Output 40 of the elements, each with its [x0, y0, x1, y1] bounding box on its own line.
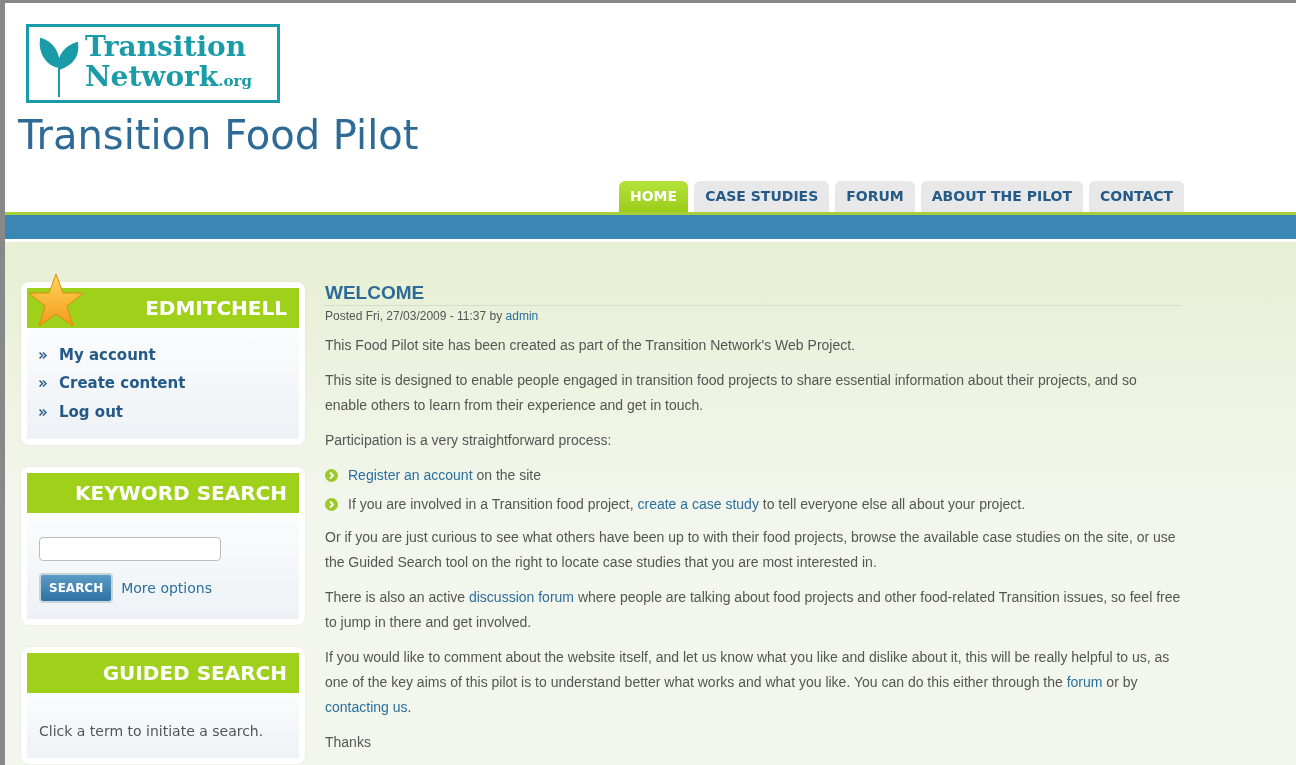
menu-link[interactable]: My account [59, 344, 156, 367]
paragraph: Or if you are just curious to see what others have been up to with their food projects, browse the available case studies on the site, or use the Guided Search tool on the right to locate case studies that you are most interested in. [325, 528, 1177, 572]
text-link[interactable]: contacting us [325, 699, 408, 715]
nav-tab[interactable]: ABOUT THE PILOT [920, 180, 1084, 212]
text-link[interactable]: Register an account [348, 467, 473, 483]
post-meta: Posted Fri, 27/03/2009 - 11:37 by [325, 309, 503, 323]
more-options-link[interactable]: More options [121, 578, 212, 599]
nav-tab[interactable]: CASE STUDIES [694, 180, 830, 212]
article-title: WELCOME [325, 282, 1181, 306]
paragraph: There is also an active discussion forum where people are talking about food projects and other food-related Transition issues, so feel free to jump in there and get involved. [325, 588, 1181, 632]
search-field[interactable] [39, 537, 221, 562]
double-chevron-icon [39, 351, 47, 359]
paragraph: If you would like to comment about the website itself, and let us know what you like and dislike about it, this will be really helpful to us, as one of the key aims of this pilot is to understand better what works and what you like. You can do this either through the forum or by contacting us. [325, 648, 1171, 717]
paragraph: Participation is a very straightforward process: [325, 431, 613, 450]
double-chevron-icon [39, 380, 47, 388]
logo-text: Network.org [85, 61, 252, 95]
author-link[interactable]: admin [505, 309, 539, 323]
nav-tab[interactable]: CONTACT [1089, 180, 1185, 212]
text-link[interactable]: forum [1066, 674, 1103, 690]
star-icon [27, 272, 85, 330]
bullet-icon [325, 498, 338, 511]
search-button[interactable]: SEARCH [39, 573, 114, 604]
logo[interactable]: Transition Network.org [26, 24, 280, 103]
double-chevron-icon [39, 408, 47, 416]
text-link[interactable]: discussion forum [468, 589, 574, 605]
bullet-icon [325, 469, 338, 482]
nav-tab[interactable]: FORUM [835, 180, 915, 212]
list-item-text: If you are involved in a Transition food project, create a case study to tell everyone else all about your project. [348, 495, 1026, 514]
block-header: KEYWORD SEARCH [27, 473, 299, 514]
menu-link[interactable]: Log out [59, 401, 123, 424]
text-link[interactable]: create a case study [637, 496, 759, 512]
site-title: Transition Food Pilot [18, 111, 420, 160]
paragraph: Thanks [325, 733, 372, 752]
logo-text: Transition [85, 31, 248, 62]
hint-text: Click a term to initiate a search. [39, 722, 265, 742]
menu-link[interactable]: Create content [59, 372, 186, 395]
block-header: GUIDED SEARCH [27, 653, 299, 694]
paragraph: This site is designed to enable people engaged in transition food projects to share essential information about their projects, and so enable others to learn from their experience and get in touch. [325, 371, 1138, 415]
paragraph: This Food Pilot site has been created as part of the Transition Network's Web Project. [325, 336, 856, 355]
list-item-text: Register an account on the site [348, 466, 542, 485]
